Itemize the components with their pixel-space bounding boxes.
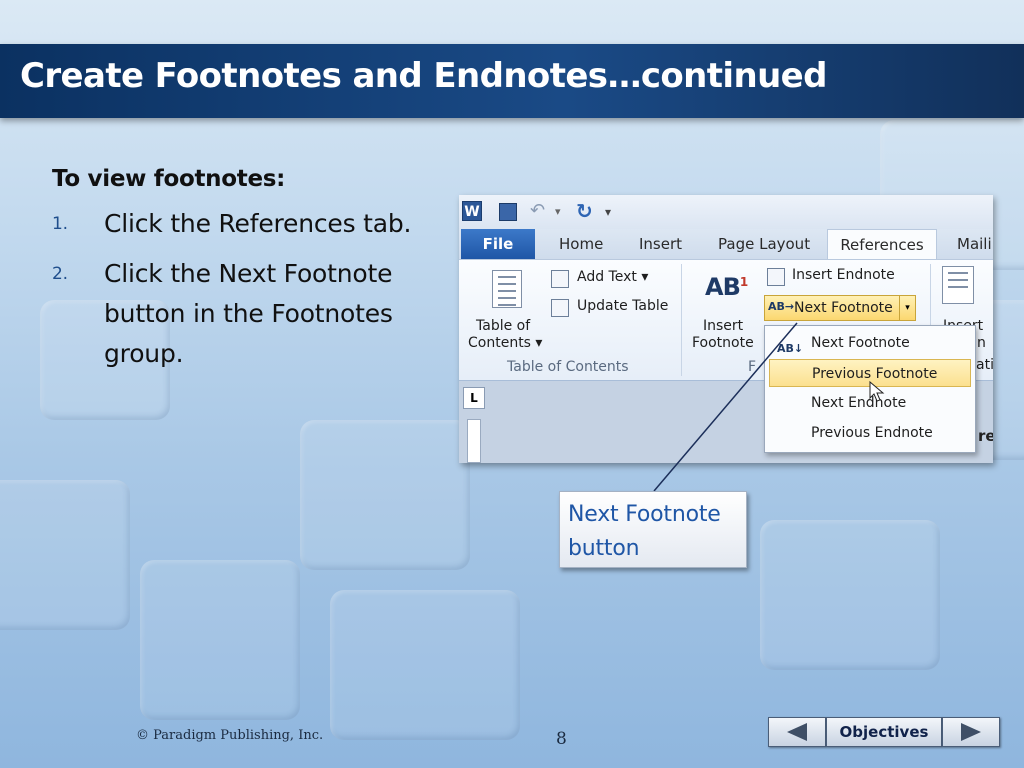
menu-item-previous-footnote[interactable]: Previous Footnote	[769, 359, 971, 387]
instructions-heading: To view footnotes:	[52, 166, 286, 192]
callout-box: Next Footnote button	[559, 491, 747, 568]
word-logo-icon: W	[462, 201, 482, 221]
add-text-button: Add Text ▾	[577, 269, 649, 285]
toc-label-line1: Table of	[476, 318, 531, 334]
tab-references: References	[827, 229, 937, 261]
group-label-footnotes: F	[748, 359, 757, 375]
next-slide-button[interactable]	[942, 717, 1000, 747]
step-item: 2. Click the Next Footnote button in the…	[52, 254, 412, 374]
insert-footnote-line2: Footnote	[692, 335, 754, 351]
update-table-icon	[551, 299, 569, 317]
slide-title: Create Footnotes and Endnotes…continued	[20, 56, 827, 96]
redo-icon: ↻	[576, 199, 593, 223]
customize-toolbar-icon: ▾	[605, 205, 612, 219]
step-item: 1. Click the References tab.	[52, 204, 412, 244]
chevron-down-icon: ▾	[555, 205, 561, 218]
insert-footnote-line1: Insert	[703, 318, 744, 334]
quick-access-toolbar: W ↶ ▾ ↻ ▾	[459, 195, 993, 229]
step-text: Click the References tab.	[104, 209, 412, 238]
next-footnote-button[interactable]: AB→ Next Footnote ▾	[764, 295, 916, 321]
title-bar: Create Footnotes and Endnotes…continued	[0, 44, 1024, 118]
arrow-right-icon	[961, 723, 981, 741]
toc-label-line2: Contents ▾	[468, 335, 543, 351]
copyright-text: © Paradigm Publishing, Inc.	[136, 728, 324, 743]
page-number: 8	[556, 729, 567, 749]
document-text-fragment: re	[978, 427, 993, 445]
save-icon	[499, 203, 517, 221]
ribbon-tabs: File Home Insert Page Layout References …	[459, 229, 993, 261]
slide-navigation: Objectives	[768, 717, 1002, 747]
step-number: 2.	[52, 264, 68, 284]
tab-mailings: Maili	[957, 235, 992, 253]
tab-home: Home	[559, 235, 604, 253]
next-footnote-icon: AB→	[768, 300, 795, 313]
word-ribbon-screenshot: W ↶ ▾ ↻ ▾ File Home Insert Page Layout R…	[459, 195, 993, 463]
menu-item-next-endnote[interactable]: Next Endnote	[769, 389, 971, 417]
menu-item-next-footnote[interactable]: AB↓ Next Footnote	[769, 329, 971, 357]
objectives-button[interactable]: Objectives	[826, 717, 942, 747]
insert-endnote-icon	[767, 268, 785, 286]
insert-footnote-icon: AB1	[705, 273, 748, 301]
menu-item-previous-endnote[interactable]: Previous Endnote	[769, 419, 971, 447]
insert-citation-icon	[942, 266, 974, 304]
step-text: Click the Next Footnote button in the Fo…	[104, 259, 393, 368]
group-divider	[681, 264, 682, 376]
tab-file: File	[461, 229, 535, 259]
citation-group-label: ati	[976, 357, 993, 373]
step-number: 1.	[52, 214, 68, 234]
insert-endnote-button: Insert Endnote	[792, 267, 895, 283]
next-footnote-menu: AB↓ Next Footnote Previous Footnote Next…	[764, 325, 976, 453]
insert-citation-line2: n	[977, 335, 986, 351]
tab-selector-button: L	[463, 387, 485, 409]
tab-page-layout: Page Layout	[718, 235, 811, 253]
steps-list: 1. Click the References tab. 2. Click th…	[52, 204, 412, 374]
previous-slide-button[interactable]	[768, 717, 826, 747]
group-label-table-of-contents: Table of Contents	[507, 359, 629, 375]
update-table-button: Update Table	[577, 298, 669, 314]
tab-insert: Insert	[639, 235, 683, 253]
undo-icon: ↶	[530, 200, 546, 221]
dropdown-arrow-icon[interactable]: ▾	[899, 296, 915, 320]
table-of-contents-icon	[492, 270, 522, 308]
next-footnote-label: Next Footnote	[794, 300, 893, 316]
vertical-ruler	[467, 419, 481, 463]
add-text-icon	[551, 270, 569, 288]
arrow-left-icon	[787, 723, 807, 741]
instructions: To view footnotes: 1. Click the Referenc…	[52, 166, 412, 384]
